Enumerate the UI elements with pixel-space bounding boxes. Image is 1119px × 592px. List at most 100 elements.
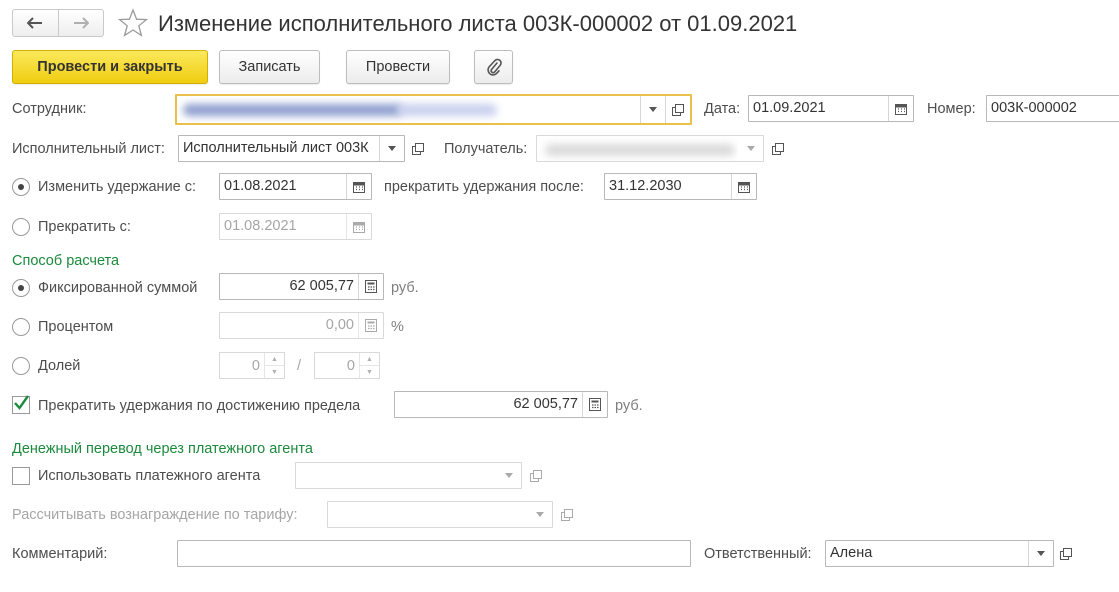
percent-value: 0,00 — [325, 317, 354, 333]
spin-up-icon[interactable]: ▲ — [360, 353, 379, 365]
share-denominator-value: 0 — [346, 357, 355, 374]
back-button[interactable] — [13, 10, 58, 36]
employee-open[interactable] — [665, 96, 690, 123]
share-label: Долей — [38, 358, 81, 374]
employee-value — [177, 96, 640, 123]
open-icon — [530, 469, 542, 482]
writ-dropdown[interactable] — [379, 136, 404, 161]
history-nav — [12, 9, 104, 37]
responsible-value: Алена — [830, 545, 873, 561]
spin-down-icon[interactable]: ▼ — [360, 365, 379, 378]
stop-label: Прекратить с: — [38, 219, 131, 235]
use-agent-checkbox[interactable] — [12, 467, 30, 485]
percent-label: Процентом — [38, 319, 114, 335]
share-numerator-value: 0 — [251, 357, 260, 374]
fixed-calculator-button[interactable] — [358, 274, 383, 299]
limit-calculator-button[interactable] — [582, 392, 607, 417]
number-label: Номер: — [927, 101, 976, 117]
post-and-close-button[interactable]: Провести и закрыть — [12, 50, 208, 84]
open-icon — [561, 508, 573, 521]
share-separator: / — [297, 358, 302, 374]
stop-date-field[interactable]: 01.08.2021 — [219, 213, 372, 240]
responsible-open-button[interactable] — [1054, 540, 1078, 567]
writ-open-button[interactable] — [406, 135, 430, 162]
share-denominator-field[interactable]: 0 ▲ ▼ — [314, 352, 380, 379]
forward-button[interactable] — [57, 10, 104, 36]
stop-radio[interactable] — [12, 218, 30, 236]
date-value: 01.09.2021 — [753, 100, 826, 116]
responsible-label: Ответственный: — [704, 546, 812, 562]
stop-after-calendar-button[interactable] — [731, 174, 756, 199]
favorite-star-icon[interactable] — [118, 8, 148, 38]
fixed-amount-value: 62 005,77 — [289, 278, 354, 294]
recipient-open-button[interactable] — [766, 135, 790, 162]
responsible-dropdown[interactable] — [1028, 541, 1053, 566]
spin-up-icon[interactable]: ▲ — [265, 353, 284, 365]
paperclip-icon — [486, 58, 502, 76]
date-field[interactable]: 01.09.2021 — [748, 95, 914, 122]
chevron-down-icon — [1037, 551, 1045, 556]
number-field[interactable]: 003К-000002 — [986, 95, 1119, 122]
share-numerator-spinner[interactable]: ▲ ▼ — [264, 353, 284, 378]
stop-date-value: 01.08.2021 — [224, 218, 297, 234]
chevron-down-icon — [746, 146, 755, 151]
recipient-field[interactable] — [536, 135, 764, 162]
calendar-icon — [353, 181, 365, 193]
redacted-name — [183, 104, 403, 116]
limit-checkbox[interactable] — [12, 395, 30, 414]
calendar-icon — [738, 181, 750, 193]
recipient-dropdown[interactable] — [738, 136, 763, 161]
spin-down-icon[interactable]: ▼ — [265, 365, 284, 378]
tariff-dropdown[interactable] — [527, 502, 552, 527]
stop-after-field[interactable]: 31.12.2030 — [604, 173, 757, 200]
agent-section-title: Денежный перевод через платежного агента — [12, 441, 313, 457]
page-title: Изменение исполнительного листа 003К-000… — [158, 11, 798, 36]
post-button[interactable]: Провести — [346, 50, 450, 84]
percent-calculator-button[interactable] — [358, 313, 383, 338]
limit-unit: руб. — [615, 398, 643, 414]
fixed-amount-field[interactable]: 62 005,77 — [219, 273, 384, 300]
limit-amount-field[interactable]: 62 005,77 — [394, 391, 608, 418]
change-date-field[interactable]: 01.08.2021 — [219, 173, 372, 200]
calc-section-title: Способ расчета — [12, 253, 120, 269]
percent-radio[interactable] — [12, 318, 30, 336]
share-radio[interactable] — [12, 357, 30, 375]
open-icon — [412, 142, 424, 155]
agent-dropdown[interactable] — [496, 463, 521, 488]
writ-label: Исполнительный лист: — [12, 141, 165, 157]
fixed-radio[interactable] — [12, 279, 30, 297]
chevron-down-icon — [535, 512, 544, 517]
attach-button[interactable] — [474, 50, 513, 84]
agent-field[interactable] — [295, 462, 522, 489]
share-numerator-field[interactable]: 0 ▲ ▼ — [219, 352, 285, 379]
chevron-down-icon — [504, 473, 513, 478]
chevron-down-icon — [649, 107, 657, 112]
change-radio[interactable] — [12, 178, 30, 196]
writ-field[interactable]: Исполнительный лист 003К — [178, 135, 405, 162]
redacted-name-tail — [397, 104, 497, 116]
use-agent-label: Использовать платежного агента — [38, 468, 261, 484]
arrow-right-icon — [73, 17, 89, 29]
stop-calendar-button[interactable] — [346, 214, 371, 239]
tariff-field[interactable] — [327, 501, 553, 528]
responsible-field[interactable]: Алена — [825, 540, 1054, 567]
tariff-open-button[interactable] — [555, 501, 579, 528]
change-calendar-button[interactable] — [346, 174, 371, 199]
percent-field[interactable]: 0,00 — [219, 312, 384, 339]
employee-dropdown[interactable] — [640, 96, 665, 123]
redacted-recipient — [545, 144, 735, 156]
calendar-icon — [895, 103, 907, 115]
stop-after-value: 31.12.2030 — [609, 178, 682, 194]
fixed-unit: руб. — [391, 280, 419, 296]
comment-field[interactable] — [177, 540, 691, 567]
checkmark-icon — [14, 395, 29, 410]
share-denominator-spinner[interactable]: ▲ ▼ — [359, 353, 379, 378]
save-button[interactable]: Записать — [219, 50, 320, 84]
recipient-label: Получатель: — [444, 141, 528, 157]
open-icon — [672, 103, 684, 116]
date-calendar-button[interactable] — [888, 96, 913, 121]
calculator-icon — [365, 319, 377, 332]
employee-field[interactable] — [175, 94, 692, 125]
agent-open-button[interactable] — [524, 462, 548, 489]
arrow-left-icon — [27, 17, 43, 29]
